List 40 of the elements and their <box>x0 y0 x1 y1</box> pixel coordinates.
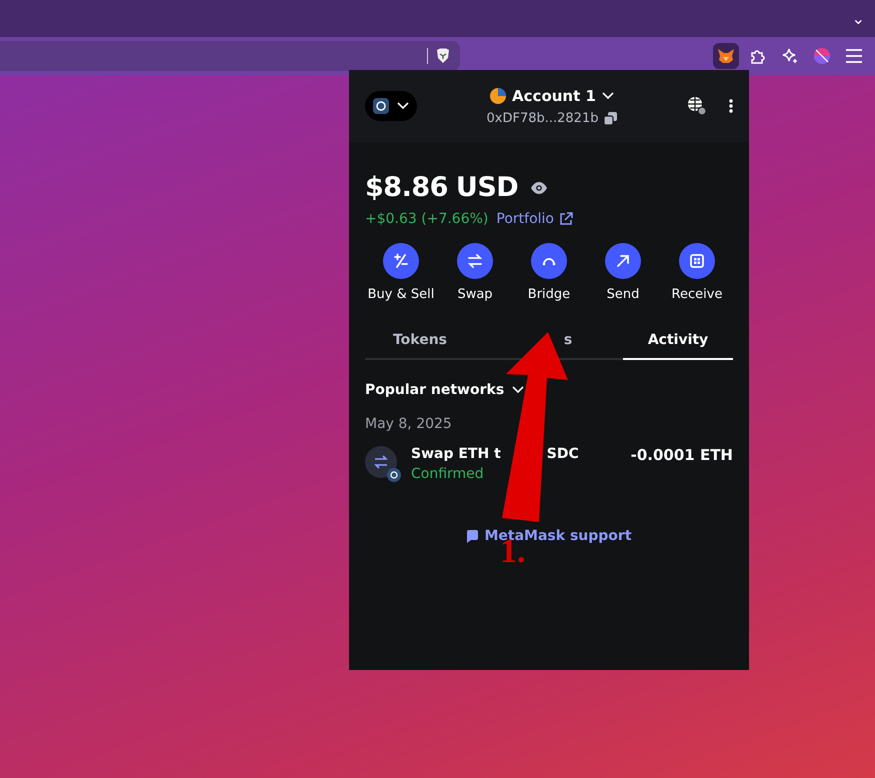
account-address: 0xDF78b...2821b <box>486 110 598 126</box>
account-chevron-icon <box>602 92 614 100</box>
fox-extension-icon[interactable] <box>713 43 739 69</box>
external-link-icon <box>558 212 573 226</box>
network-filter[interactable]: Popular networks <box>365 382 524 398</box>
more-options-icon[interactable] <box>729 99 733 113</box>
action-button[interactable]: Send <box>587 243 659 302</box>
chevron-down-icon <box>397 102 409 110</box>
transaction-amount: -0.0001 ETH <box>630 446 733 464</box>
filter-chevron-icon <box>512 386 524 394</box>
tab[interactable]: Tokens <box>365 324 475 360</box>
tab[interactable]: s <box>475 324 623 360</box>
globe-icon[interactable] <box>687 96 707 116</box>
balance-change: +$0.63 (+7.66%) <box>365 211 488 227</box>
action-button[interactable]: Bridge <box>513 243 585 302</box>
network-selector[interactable] <box>365 91 417 121</box>
activity-date: May 8, 2025 <box>365 416 453 432</box>
lion-shield-icon[interactable] <box>436 48 450 64</box>
network-logo-icon <box>373 98 389 114</box>
arrow-up-right-icon <box>615 253 631 269</box>
qr-code-icon <box>689 253 705 269</box>
plus-minus-icon <box>393 253 409 269</box>
eye-icon[interactable] <box>530 182 548 194</box>
address-field[interactable] <box>0 41 460 71</box>
balance-currency: USD <box>456 172 518 203</box>
copy-icon[interactable] <box>604 112 618 124</box>
action-button[interactable]: Receive <box>661 243 733 302</box>
tab[interactable]: Activity <box>623 324 733 360</box>
chat-bubble-icon <box>466 530 480 542</box>
portfolio-link[interactable]: Portfolio <box>496 211 573 227</box>
action-button[interactable]: Buy & Sell <box>365 243 437 302</box>
tab-list-caret[interactable]: ⌄ <box>852 10 865 26</box>
account-avatar-icon <box>490 88 506 104</box>
balance-amount: $8.86 <box>365 172 448 203</box>
transaction-title-end[interactable]: SDC <box>546 446 579 462</box>
action-button[interactable]: Swap <box>439 243 511 302</box>
swap-arrows-icon <box>467 253 483 269</box>
transaction-title[interactable]: Swap ETH t <box>411 446 501 462</box>
transaction-status: Confirmed <box>411 466 485 482</box>
account-name[interactable]: Account 1 <box>512 86 596 104</box>
